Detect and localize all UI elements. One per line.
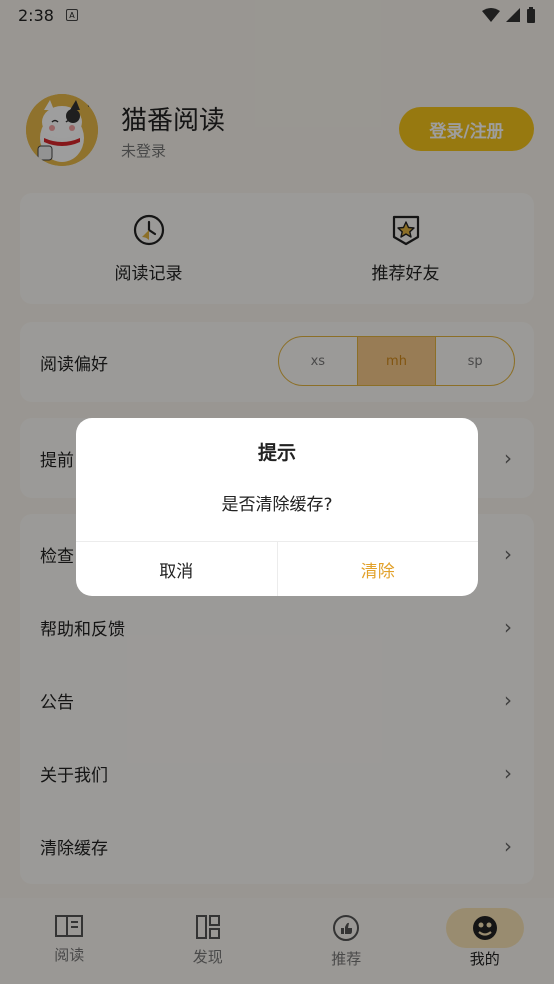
confirm-clear-button[interactable]: 清除: [276, 542, 479, 596]
cancel-button[interactable]: 取消: [76, 542, 277, 596]
dialog-title: 提示: [257, 442, 296, 464]
confirm-dialog: 提示 是否清除缓存? 取消 清除: [76, 418, 478, 596]
dialog-message: 是否清除缓存?: [221, 495, 333, 515]
dialog-actions: 取消 清除: [76, 541, 478, 596]
